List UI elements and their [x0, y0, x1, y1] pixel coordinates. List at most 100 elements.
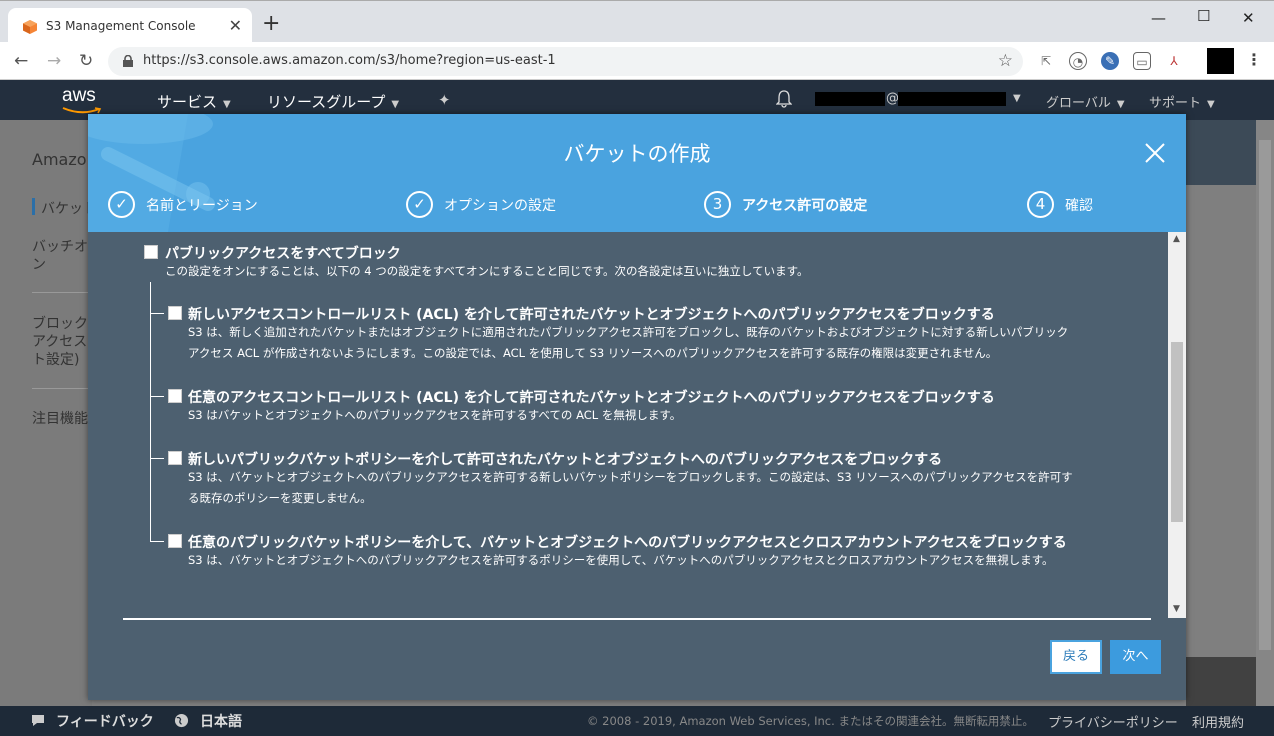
pin-icon[interactable]: ✦	[438, 91, 451, 109]
feedback-link[interactable]: フィードバック	[56, 711, 154, 731]
block-any-acl-desc: S3 はバケットとオブジェクトへのパブリックアクセスを許可するすべての ACL …	[188, 408, 682, 422]
block-any-policy-checkbox[interactable]	[168, 534, 182, 548]
support-menu[interactable]: サポート ▼	[1149, 92, 1215, 111]
close-icon[interactable]	[1144, 142, 1166, 164]
support-label: サポート	[1149, 96, 1202, 111]
block-any-acl-checkbox[interactable]	[168, 389, 182, 403]
sidebar-item-batch-cont: ン	[32, 257, 46, 273]
resource-groups-label: リソースグループ	[267, 93, 386, 111]
sidebar-divider	[32, 388, 92, 389]
tab-close-icon[interactable]: ✕	[229, 16, 242, 35]
forward-arrow-icon[interactable]: →	[47, 51, 61, 71]
modal-scrollbar-thumb[interactable]	[1171, 342, 1183, 522]
block-any-policy-title: 任意のパブリックバケットポリシーを介して、バケットとオブジェクトへのパブリックア…	[188, 535, 1067, 551]
block-new-policy-desc: S3 は、バケットとオブジェクトへのパブリックアクセスを許可する新しいバケットポ…	[188, 470, 1073, 484]
block-new-acl-checkbox[interactable]	[168, 306, 182, 320]
address-bar[interactable]: https://s3.console.aws.amazon.com/s3/hom…	[108, 47, 1023, 76]
sidebar-item-featured[interactable]: 注目機能	[32, 408, 88, 428]
chevron-down-icon: ▼	[1207, 99, 1215, 110]
scroll-up-icon[interactable]: ▲	[1173, 234, 1180, 244]
minimize-icon[interactable]: —	[1151, 9, 1166, 27]
chevron-down-icon: ▼	[223, 99, 231, 110]
copyright-text: © 2008 - 2019, Amazon Web Services, Inc.…	[587, 714, 1034, 728]
tab-title: S3 Management Console	[46, 19, 196, 33]
block-new-policy-checkbox[interactable]	[168, 451, 182, 465]
footer-divider	[123, 618, 1151, 620]
block-new-policy-title: 新しいパブリックバケットポリシーを介して許可されたバケットとオブジェクトへのパブ…	[188, 452, 943, 468]
step-label: 確認	[1065, 198, 1093, 214]
language-selector[interactable]: 日本語	[200, 711, 242, 731]
modal-body: パブリックアクセスをすべてブロック この設定をオンにすることは、以下の 4 つの…	[88, 232, 1168, 618]
region-menu[interactable]: グローバル ▼	[1046, 92, 1125, 111]
bell-icon[interactable]	[776, 90, 792, 108]
step-label: アクセス許可の設定	[742, 198, 868, 214]
tree-connector	[150, 282, 151, 541]
tree-connector	[150, 396, 164, 397]
background-panel	[1186, 120, 1256, 185]
account-name-redacted[interactable]	[815, 92, 885, 106]
chevron-down-icon: ▼	[391, 99, 400, 110]
sidebar-item-block-cont2: ト設定)	[32, 352, 80, 368]
aws-cube-icon	[23, 20, 37, 34]
new-tab-icon[interactable]: +	[262, 13, 280, 35]
extension-chat-icon[interactable]: ▭	[1133, 52, 1151, 70]
browser-toolbar: ← → ↻ https://s3.console.aws.amazon.com/…	[0, 42, 1274, 80]
block-all-title: パブリックアクセスをすべてブロック	[165, 246, 401, 262]
extension-cursor-icon[interactable]: ⇱	[1037, 52, 1055, 70]
chevron-down-icon: ▼	[1116, 99, 1125, 110]
block-any-acl-title: 任意のアクセスコントロールリスト (ACL) を介して許可されたバケットとオブジ…	[188, 390, 995, 406]
page-scrollbar-thumb[interactable]	[1259, 140, 1271, 650]
sidebar-divider	[32, 292, 92, 293]
console-footer: フィードバック 日本語 © 2008 - 2019, Amazon Web Se…	[0, 706, 1274, 736]
profile-avatar[interactable]	[1207, 48, 1234, 74]
block-all-checkbox[interactable]	[144, 245, 158, 259]
services-label: サービス	[157, 93, 218, 111]
tree-connector	[150, 541, 164, 542]
speech-bubble-icon	[32, 715, 44, 726]
sidebar-item-block-cont1: アクセス	[32, 334, 88, 350]
lock-icon	[123, 55, 133, 67]
services-menu[interactable]: サービス ▼	[157, 91, 231, 112]
modal-scrollbar[interactable]: ▲ ▼	[1168, 232, 1186, 618]
account-id-redacted[interactable]	[898, 92, 1006, 106]
sidebar-item-batch[interactable]: バッチオ	[32, 236, 88, 256]
sidebar-title: Amazo	[32, 150, 87, 169]
browser-tab[interactable]: S3 Management Console ✕	[8, 8, 252, 44]
check-circle-icon: ✓	[406, 191, 433, 218]
sidebar-item-block[interactable]: ブロック	[32, 313, 88, 333]
window-close-icon[interactable]: ✕	[1242, 9, 1255, 27]
terms-link[interactable]: 利用規約	[1192, 712, 1244, 731]
chevron-down-icon[interactable]: ▼	[1013, 93, 1021, 104]
browser-titlebar: S3 Management Console ✕ + — ☐ ✕	[0, 0, 1274, 44]
extension-clock-icon[interactable]: ◔	[1069, 52, 1087, 70]
block-all-description: この設定をオンにすることは、以下の 4 つの設定をすべてオンにすることと同じです…	[165, 264, 809, 278]
step-number: 3	[704, 191, 731, 218]
step-label: 名前とリージョン	[146, 198, 258, 214]
block-new-policy-desc-cont: る既存のポリシーを変更しません。	[188, 491, 372, 505]
step-label: オプションの設定	[444, 198, 556, 214]
modal-header: バケットの作成 ✓ 名前とリージョン ✓ オプションの設定 3 アクセス許可の設…	[88, 114, 1186, 232]
scroll-down-icon[interactable]: ▼	[1173, 604, 1180, 614]
reload-icon[interactable]: ↻	[79, 51, 93, 71]
resource-groups-menu[interactable]: リソースグループ ▼	[267, 91, 399, 112]
tree-connector	[150, 458, 164, 459]
extension-pen-icon[interactable]: ✎	[1101, 52, 1119, 70]
step-number: 4	[1027, 191, 1054, 218]
aws-logo[interactable]: aws	[62, 85, 96, 107]
sidebar-active-marker	[32, 198, 35, 215]
check-circle-icon: ✓	[108, 191, 135, 218]
bookmark-star-icon[interactable]: ☆	[998, 51, 1013, 71]
block-new-acl-title: 新しいアクセスコントロールリスト (ACL) を介して許可されたバケットとオブジ…	[188, 307, 995, 323]
maximize-icon[interactable]: ☐	[1197, 7, 1210, 25]
region-label: グローバル	[1046, 96, 1111, 111]
next-button[interactable]: 次へ	[1110, 640, 1161, 674]
globe-icon	[174, 713, 189, 728]
tree-connector	[150, 313, 164, 314]
back-arrow-icon[interactable]: ←	[14, 51, 28, 71]
back-button[interactable]: 戻る	[1050, 640, 1102, 674]
menu-kebab-icon[interactable]: ⋮	[1246, 50, 1262, 69]
block-any-policy-desc: S3 は、バケットとオブジェクトへのパブリックアクセスを許可するポリシーを使用し…	[188, 553, 1054, 567]
extension-pdf-icon[interactable]: ⅄	[1165, 52, 1183, 70]
privacy-link[interactable]: プライバシーポリシー	[1048, 712, 1178, 731]
create-bucket-modal: バケットの作成 ✓ 名前とリージョン ✓ オプションの設定 3 アクセス許可の設…	[88, 114, 1186, 700]
